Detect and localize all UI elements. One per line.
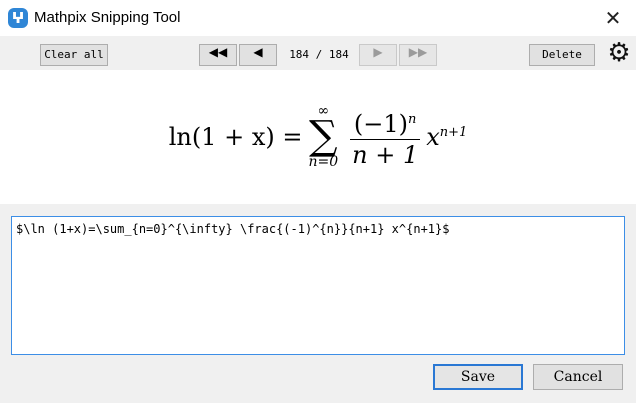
formula-tail: xn+1	[426, 123, 468, 151]
last-page-button[interactable]: ▶▶	[399, 44, 437, 66]
summation: ∞ ∑ n=0	[308, 104, 338, 170]
page-counter: 184 / 184	[289, 48, 349, 61]
fraction: (−1)n n + 1	[348, 105, 422, 170]
latex-editor[interactable]: $\ln (1+x)=\sum_{n=0}^{\infty} \frac{(-1…	[11, 216, 625, 355]
fraction-numerator: (−1)n	[349, 105, 421, 140]
toolbar: Clear all ◀◀ ◀ 184 / 184 ▶ ▶▶ Delete ⚙	[0, 36, 636, 70]
clear-all-button[interactable]: Clear all	[40, 44, 108, 66]
fast-forward-icon: ▶▶	[408, 45, 428, 59]
next-icon: ▶	[373, 45, 383, 59]
sum-lower-limit: n=0	[308, 154, 339, 170]
sum-symbol: ∑	[309, 113, 338, 159]
formula-preview: ln(1 + x) = ∞ ∑ n=0 (−1)n n + 1 xn+1	[0, 70, 636, 204]
first-page-button[interactable]: ◀◀	[199, 44, 237, 66]
close-icon[interactable]: ✕	[598, 4, 628, 32]
rendered-formula: ln(1 + x) = ∞ ∑ n=0 (−1)n n + 1 xn+1	[0, 70, 636, 204]
formula-lhs: ln(1 + x) =	[168, 123, 303, 151]
delete-button[interactable]: Delete	[529, 44, 595, 66]
prev-icon: ◀	[253, 45, 263, 59]
fraction-denominator: n + 1	[352, 140, 419, 169]
window-title: Mathpix Snipping Tool	[34, 9, 181, 26]
gear-icon[interactable]: ⚙	[604, 38, 634, 68]
prev-page-button[interactable]: ◀	[239, 44, 277, 66]
mathpix-logo-icon: ⵖ	[8, 8, 28, 28]
save-button[interactable]: Save	[433, 364, 523, 390]
title-bar: ⵖ Mathpix Snipping Tool ✕	[0, 0, 636, 36]
next-page-button[interactable]: ▶	[359, 44, 397, 66]
cancel-button[interactable]: Cancel	[533, 364, 623, 390]
rewind-icon: ◀◀	[208, 45, 228, 59]
